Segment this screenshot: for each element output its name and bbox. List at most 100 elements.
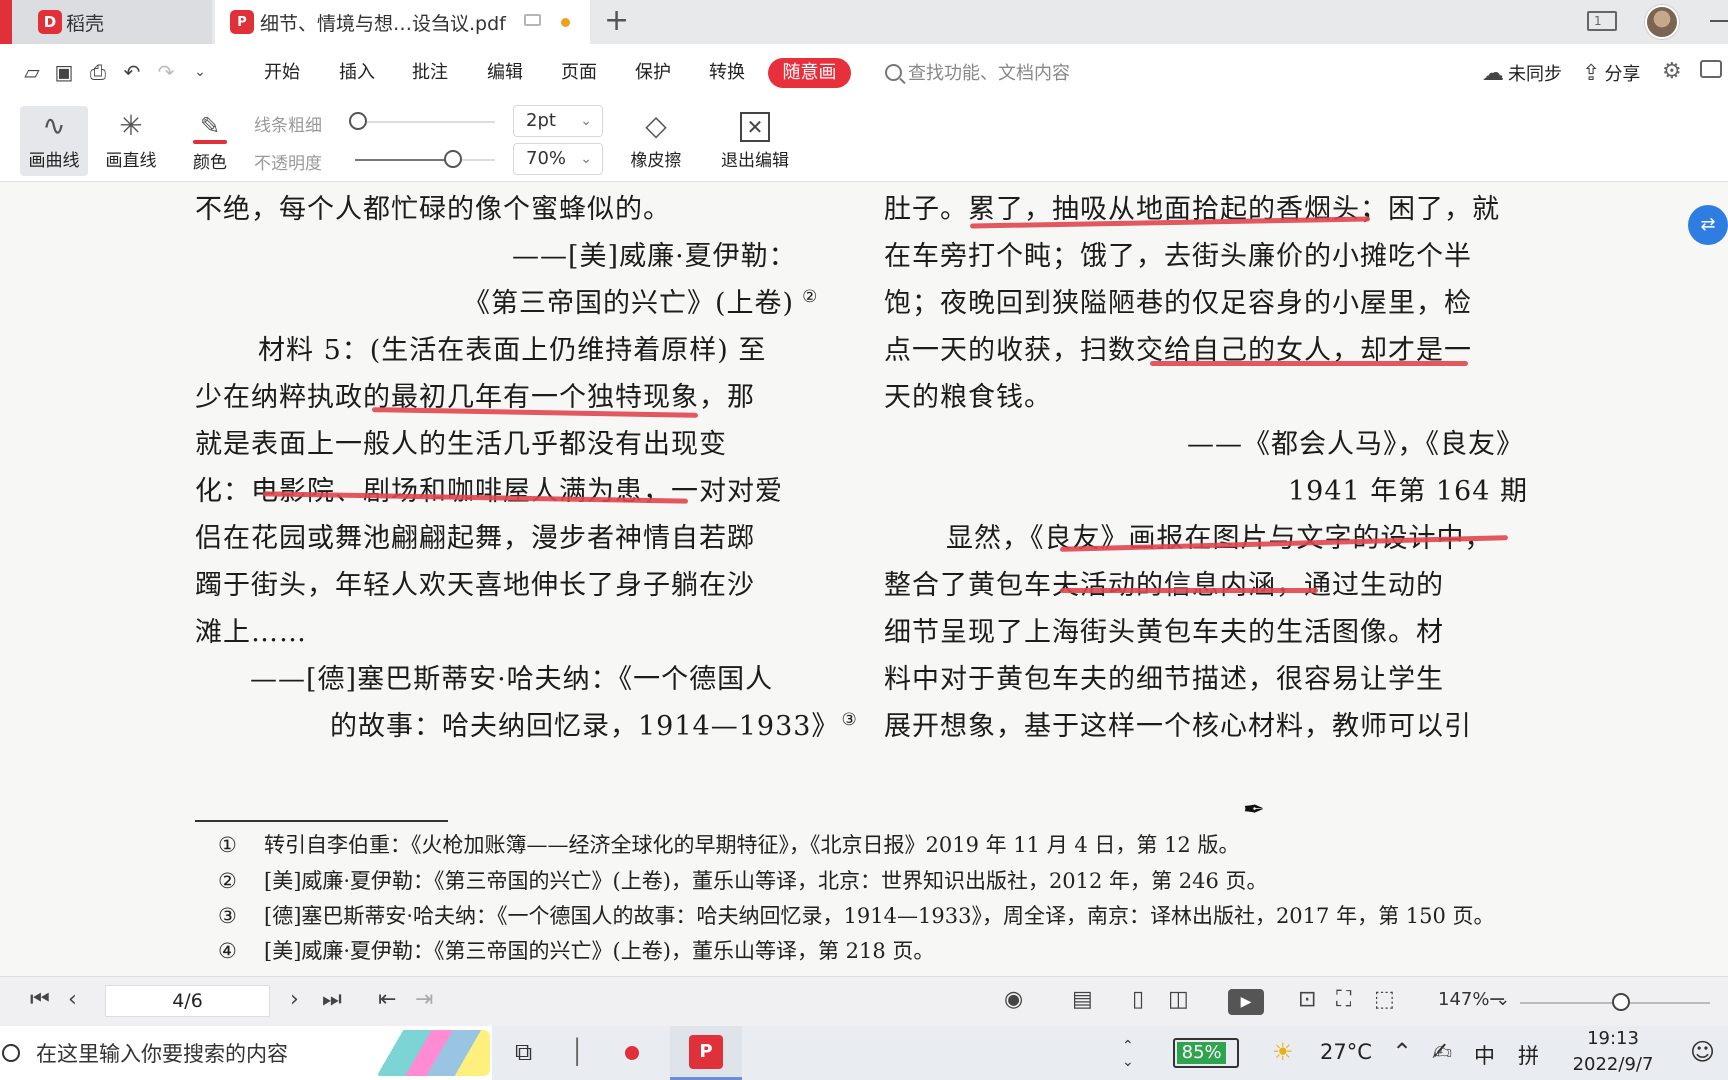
comment-icon[interactable] <box>1700 60 1722 78</box>
line-width-slider[interactable] <box>355 121 495 123</box>
menu-annotate[interactable]: 批注 <box>412 60 448 86</box>
right-line-8: 显然，《良友》画报在图片与文字的设计中， <box>946 523 1493 554</box>
menu-insert[interactable]: 插入 <box>339 60 375 86</box>
play-slideshow-icon[interactable]: ▶ <box>1228 989 1264 1015</box>
task-view-icon[interactable]: ⧉ <box>515 1038 532 1066</box>
footnote-number: ③ <box>218 904 237 928</box>
battery-indicator[interactable]: 85% <box>1173 1038 1239 1068</box>
tray-chevron-up-icon[interactable]: ⌃ <box>1392 1038 1412 1066</box>
single-page-view-icon[interactable]: ▤ <box>1072 987 1093 1013</box>
actual-size-icon[interactable]: ⊡ <box>1298 987 1316 1013</box>
opacity-select[interactable]: 70% ⌄ <box>513 143 603 175</box>
sync-button[interactable]: ☁ 未同步 <box>1482 60 1562 86</box>
user-avatar[interactable] <box>1645 5 1679 39</box>
new-tab-button[interactable]: + <box>604 6 629 36</box>
cloud-icon: ☁ <box>1482 60 1504 86</box>
menu-edit[interactable]: 编辑 <box>487 60 523 86</box>
last-page-icon[interactable]: ⏭ <box>322 987 342 1013</box>
ime-mode[interactable]: 拼 <box>1518 1040 1539 1070</box>
fit-page-icon[interactable]: ⛶ <box>1336 987 1351 1013</box>
notification-icon[interactable]: ☺ <box>1690 1038 1715 1066</box>
chevron-down-icon: ⌄ <box>580 151 592 167</box>
nav-back-icon[interactable]: ⇤ <box>378 987 396 1013</box>
fit-width-icon[interactable]: ⬚ <box>1374 987 1395 1013</box>
eye-protect-icon[interactable]: ◉ <box>1004 987 1023 1013</box>
eraser-label: 橡皮擦 <box>630 151 682 171</box>
tab-document-label: 细节、情境与想…设刍议.pdf <box>260 12 506 35</box>
exit-edit-button[interactable]: ✕ 退出编辑 <box>712 106 798 176</box>
zoom-slider-knob[interactable] <box>1611 993 1630 1011</box>
left-citation-2-title: 的故事：哈夫纳回忆录，1914—1933》 ③ <box>330 704 858 743</box>
sync-label: 未同步 <box>1508 64 1562 85</box>
right-line-2: 在车旁打个盹；饿了，去街头廉价的小摊吃个半 <box>884 241 1472 272</box>
left-line-9: 躅于街头，年轻人欢天喜地伸长了身子躺在沙 <box>195 570 755 601</box>
tab-app-home[interactable]: D 稻壳 <box>0 0 212 44</box>
nav-forward-icon[interactable]: ⇥ <box>415 987 433 1013</box>
left-citation-2-author: ——[德]塞巴斯蒂安·哈夫纳：《一个德国人 <box>250 664 774 695</box>
draw-line-label: 画直线 <box>105 151 157 171</box>
temperature[interactable]: 27°C <box>1320 1040 1372 1064</box>
search-highlight-image[interactable] <box>375 1030 490 1076</box>
taskbar-clock[interactable]: 19:13 2022/9/7 <box>1568 1026 1658 1080</box>
right-line-12: 展开想象，基于这样一个核心材料，教师可以引 <box>884 711 1472 742</box>
ink-stroke[interactable] <box>1150 361 1468 366</box>
more-chevron-icon[interactable]: ⌄ <box>188 60 212 84</box>
eraser-tool[interactable]: ◇ 橡皮擦 <box>616 106 696 176</box>
opacity-label: 不透明度 <box>254 154 322 174</box>
menu-page[interactable]: 页面 <box>561 60 597 86</box>
menu-freehand-draw[interactable]: 随意画 <box>768 58 851 88</box>
zoom-out-icon[interactable]: − <box>1488 987 1506 1013</box>
weather-icon[interactable]: ☀ <box>1272 1038 1294 1066</box>
first-page-icon[interactable]: ⏮ <box>30 987 50 1013</box>
menu-home[interactable]: 开始 <box>264 60 300 86</box>
ime-language[interactable]: 中 <box>1474 1040 1495 1070</box>
footnote-divider <box>195 820 448 822</box>
menu-convert[interactable]: 转换 <box>709 60 745 86</box>
taskbar-recorder-app[interactable] <box>596 1026 668 1080</box>
share-label: 分享 <box>1604 64 1641 85</box>
pdf-page[interactable]: 不绝，每个人都忙碌的像个蜜蜂似的。 ——[美]威廉·夏伊勒： 《第三帝国的兴亡》… <box>0 183 1728 976</box>
side-panel-toggle-icon[interactable]: ⇄ <box>1688 205 1728 245</box>
window-layout-button[interactable]: 1 <box>1587 11 1617 31</box>
open-folder-icon[interactable]: ▱ <box>20 60 44 84</box>
save-icon[interactable]: ▣ <box>52 60 76 84</box>
taskbar-search-placeholder: 在这里输入你要搜索的内容 <box>36 1042 288 1066</box>
pen-input-icon[interactable]: ✍ <box>1432 1038 1452 1066</box>
dual-page-view-icon[interactable]: ◫ <box>1168 987 1189 1013</box>
line-width-slider-knob[interactable] <box>349 112 367 130</box>
tab-app-label: 稻壳 <box>66 12 105 35</box>
share-button[interactable]: ⇪ 分享 <box>1582 60 1640 86</box>
app-divider-icon[interactable]: │ <box>570 1038 584 1066</box>
continuous-view-icon[interactable]: ▯ <box>1132 987 1144 1013</box>
redo-icon[interactable]: ↷ <box>154 60 178 84</box>
opacity-slider-knob[interactable] <box>444 150 462 168</box>
feature-search[interactable]: 查找功能、文档内容 <box>885 58 1070 86</box>
draw-curve-tool[interactable]: ∿ 画曲线 <box>20 106 88 176</box>
prev-page-icon[interactable]: ‹ <box>68 987 77 1013</box>
left-citation-title: 《第三帝国的兴亡》(上卷) ② <box>463 281 818 320</box>
color-picker[interactable]: ✎ 颜色 <box>178 106 242 176</box>
footnote-ref-3[interactable]: ③ <box>841 710 857 730</box>
window-layout-badge: 1 <box>1594 14 1602 28</box>
page-number-input[interactable]: 4/6 <box>105 985 270 1017</box>
left-line-4: 材料 5：(生活在表面上仍维持着原样) 至 <box>258 335 767 366</box>
undo-icon[interactable]: ↶ <box>120 60 144 84</box>
footnote-ref-2[interactable]: ② <box>802 287 818 307</box>
clock-time: 19:13 <box>1587 1028 1639 1049</box>
next-page-icon[interactable]: › <box>290 987 299 1013</box>
menu-protect[interactable]: 保护 <box>635 60 671 86</box>
footnote-text: [德]塞巴斯蒂安·哈夫纳：《一个德国人的故事：哈夫纳回忆录，1914—1933》… <box>264 904 1495 928</box>
taskbar-pdf-app[interactable]: P <box>670 1026 742 1080</box>
monitor-icon[interactable] <box>524 14 541 26</box>
print-icon[interactable]: ⎙ <box>86 60 110 84</box>
minimize-button[interactable] <box>1710 20 1728 22</box>
ink-stroke[interactable] <box>1060 588 1318 593</box>
opacity-slider-fill <box>355 159 453 161</box>
gear-icon[interactable]: ⚙ <box>1662 59 1682 84</box>
pen-cursor-icon: ✒ <box>1243 795 1265 825</box>
draw-line-tool[interactable]: ✳ 画直线 <box>97 106 165 176</box>
opacity-value: 70% <box>526 148 567 169</box>
tray-scroll-icon[interactable]: ⌃ ⌄ <box>1122 1038 1134 1070</box>
line-width-select[interactable]: 2pt ⌄ <box>513 105 603 137</box>
windows-taskbar: 在这里输入你要搜索的内容 ⧉ │ P ⌃ ⌄ 85% ☀ 27°C ⌃ ✍ 中 拼… <box>0 1026 1728 1080</box>
